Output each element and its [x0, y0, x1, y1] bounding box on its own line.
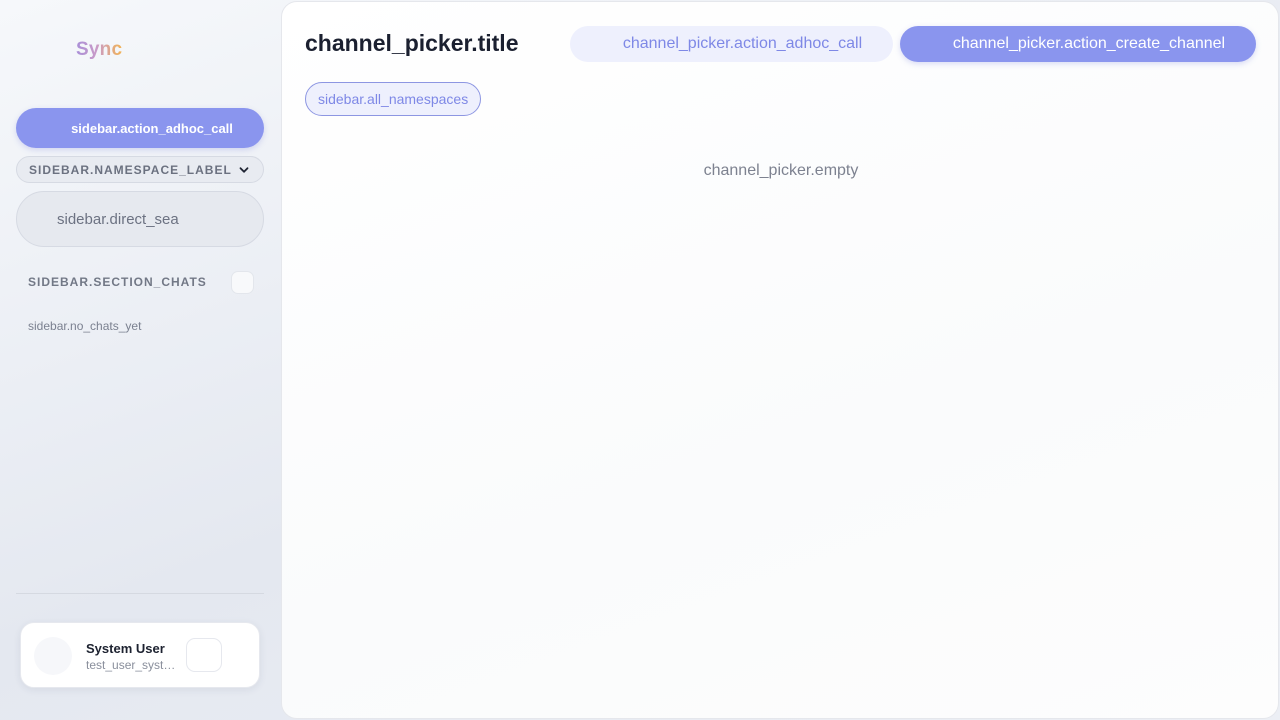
all-namespaces-filter-chip[interactable]: sidebar.all_namespaces [305, 82, 482, 116]
user-name: System User [86, 641, 165, 656]
direct-search-input[interactable] [57, 210, 237, 228]
section-chats-header: SIDEBAR.SECTION_CHATS [28, 270, 254, 294]
section-chats-title: SIDEBAR.SECTION_CHATS [28, 275, 207, 289]
add-chat-button[interactable] [231, 270, 254, 294]
create-channel-button[interactable]: channel_picker.action_create_channel [900, 26, 1256, 62]
user-handle: test_user_system [86, 658, 176, 672]
user-card[interactable]: System User test_user_system [20, 622, 260, 688]
page-title: channel_picker.title [305, 30, 519, 56]
chevron-down-icon [237, 163, 251, 177]
namespace-select[interactable]: SIDEBAR.NAMESPACE_LABEL [16, 156, 264, 183]
empty-state-message: channel_picker.empty [703, 162, 859, 179]
user-settings-button[interactable] [186, 638, 222, 672]
adhoc-call-button[interactable]: sidebar.action_adhoc_call [16, 108, 264, 148]
app-logo: Sync [76, 39, 123, 60]
avatar [34, 637, 72, 675]
sidebar-divider [16, 593, 264, 594]
sidebar: Sync sidebar.action_adhoc_call SIDEBAR.N… [0, 0, 280, 720]
channel-picker-panel: channel_picker.title channel_picker.acti… [281, 1, 1279, 719]
namespace-select-label: SIDEBAR.NAMESPACE_LABEL [29, 162, 232, 177]
app-root: Sync sidebar.action_adhoc_call SIDEBAR.N… [0, 0, 1280, 720]
no-chats-message: sidebar.no_chats_yet [28, 319, 142, 333]
adhoc-call-action-button[interactable]: channel_picker.action_adhoc_call [570, 26, 893, 62]
direct-search-box [16, 191, 264, 247]
